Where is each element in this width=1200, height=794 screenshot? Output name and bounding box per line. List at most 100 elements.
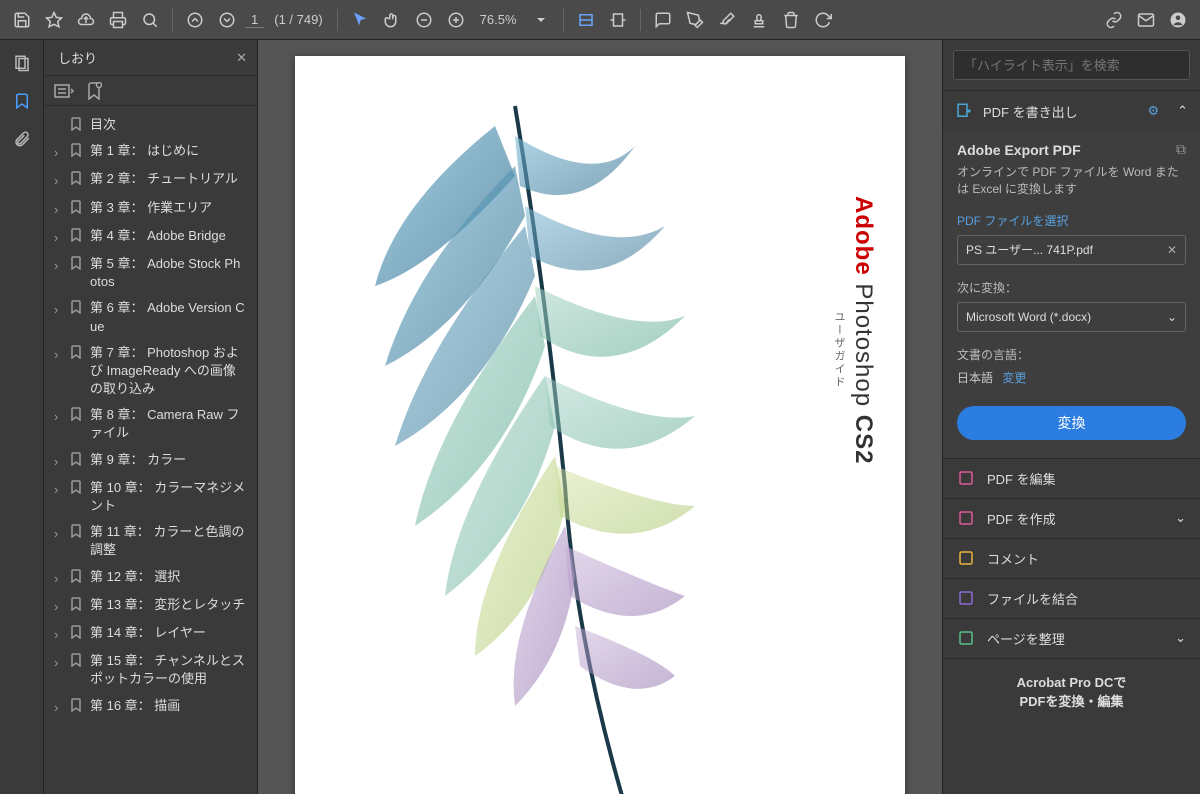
zoom-dropdown-icon[interactable] [527, 6, 555, 34]
bookmark-item[interactable]: ›第 14 章： レイヤー [44, 620, 253, 648]
format-value: Microsoft Word (*.docx) [966, 310, 1091, 324]
bookmark-ribbon-icon [70, 625, 84, 639]
bookmark-item[interactable]: ›第 13 章： 変形とレタッチ [44, 592, 253, 620]
chevron-up-icon[interactable]: ⌃ [1177, 103, 1188, 119]
bookmark-ribbon-icon [70, 480, 84, 494]
settings-icon[interactable]: ⚙ [1147, 103, 1159, 119]
bookmark-label: 第 15 章： チャンネルとスポットカラーの使用 [90, 652, 247, 688]
bookmark-item[interactable]: ›第 16 章： 描画 [44, 693, 253, 721]
delete-icon[interactable] [777, 6, 805, 34]
bookmark-item[interactable]: › 第 8 章： Camera Raw ファイル [44, 402, 253, 446]
bookmark-ribbon-icon [70, 524, 84, 538]
bookmark-item[interactable]: ›第 2 章： チュートリアル [44, 166, 253, 194]
bookmark-item[interactable]: › 第 15 章： チャンネルとスポットカラーの使用 [44, 648, 253, 692]
account-icon[interactable] [1164, 6, 1192, 34]
search-input[interactable] [953, 50, 1190, 80]
print-icon[interactable] [104, 6, 132, 34]
format-select[interactable]: Microsoft Word (*.docx) ⌄ [957, 302, 1186, 332]
bookmark-label: 第 6 章： Adobe Version Cue [90, 299, 247, 335]
bookmark-label: 第 2 章： チュートリアル [90, 170, 247, 188]
bookmark-item[interactable]: ›第 6 章： Adobe Version Cue [44, 295, 253, 339]
bookmark-item[interactable]: ›第 12 章： 選択 [44, 564, 253, 592]
mail-icon[interactable] [1132, 6, 1160, 34]
rotate-icon[interactable] [809, 6, 837, 34]
bookmark-label: 第 11 章： カラーと色調の調整 [90, 523, 247, 559]
new-bookmark-icon[interactable] [86, 82, 102, 100]
bookmark-item[interactable]: ›第 10 章： カラーマネジメント [44, 475, 253, 519]
link-icon[interactable] [1100, 6, 1128, 34]
page-up-icon[interactable] [181, 6, 209, 34]
comment-icon[interactable] [649, 6, 677, 34]
selected-file[interactable]: PS ユーザー... 741P.pdf ✕ [957, 235, 1186, 265]
copy-icon[interactable]: ⧉ [1176, 141, 1186, 158]
bookmark-ribbon-icon [70, 345, 84, 359]
fit-width-icon[interactable] [572, 6, 600, 34]
tool-item[interactable]: PDF を作成⌄ [943, 498, 1200, 538]
bookmark-label: 第 16 章： 描画 [90, 697, 247, 715]
star-icon[interactable] [40, 6, 68, 34]
bookmark-options-icon[interactable] [54, 84, 74, 98]
select-file-link[interactable]: PDF ファイルを選択 [957, 212, 1186, 229]
export-title: Adobe Export PDF ⧉ [957, 141, 1186, 158]
tool-item[interactable]: ファイルを結合 [943, 578, 1200, 618]
bookmark-item[interactable]: ›第 9 章： カラー [44, 447, 253, 475]
fit-page-icon[interactable] [604, 6, 632, 34]
zoom-level[interactable]: 76.5% [474, 12, 523, 27]
page-down-icon[interactable] [213, 6, 241, 34]
hand-icon[interactable] [378, 6, 406, 34]
bookmarks-icon[interactable] [9, 88, 35, 114]
bookmark-item[interactable]: ›第 7 章： Photoshop および ImageReady への画像の取り… [44, 340, 253, 403]
cursor-icon[interactable] [346, 6, 374, 34]
tool-item[interactable]: コメント [943, 538, 1200, 578]
bookmark-label: 第 3 章： 作業エリア [90, 199, 247, 217]
thumbnails-icon[interactable] [9, 50, 35, 76]
search-icon[interactable] [136, 6, 164, 34]
convert-button[interactable]: 変換 [957, 406, 1186, 440]
highlight-icon[interactable] [681, 6, 709, 34]
tool-icon [957, 509, 975, 527]
export-pdf-label: PDF を書き出し [983, 102, 1137, 121]
chevron-right-icon: › [54, 408, 64, 426]
bookmark-label: 第 8 章： Camera Raw ファイル [90, 406, 247, 442]
bookmark-item[interactable]: ›第 5 章： Adobe Stock Photos [44, 251, 253, 295]
change-lang-link[interactable]: 変更 [1002, 371, 1026, 385]
bookmark-item[interactable]: 目次 [44, 112, 253, 138]
export-pdf-header[interactable]: PDF を書き出し ⚙ ⌃ [943, 91, 1200, 131]
bookmark-ribbon-icon [70, 228, 84, 242]
tool-item[interactable]: ページを整理⌄ [943, 618, 1200, 658]
chevron-down-icon: ⌄ [1167, 310, 1177, 324]
attachments-icon[interactable] [9, 126, 35, 152]
chevron-right-icon: › [54, 481, 64, 499]
save-icon[interactable] [8, 6, 36, 34]
tool-label: コメント [987, 549, 1186, 568]
stamp-icon[interactable] [745, 6, 773, 34]
cloud-upload-icon[interactable] [72, 6, 100, 34]
right-panel: PDF を書き出し ⚙ ⌃ Adobe Export PDF ⧉ オンラインで … [942, 40, 1200, 794]
tool-icon [957, 629, 975, 647]
clear-file-icon[interactable]: ✕ [1167, 243, 1177, 257]
bookmark-item[interactable]: › 第 3 章： 作業エリア [44, 195, 253, 223]
sign-icon[interactable] [713, 6, 741, 34]
chevron-right-icon: › [54, 626, 64, 644]
tool-icon [957, 469, 975, 487]
bookmark-ribbon-icon [70, 143, 84, 157]
page-input[interactable]: 1 [245, 12, 264, 28]
bookmark-item[interactable]: ›第 11 章： カラーと色調の調整 [44, 519, 253, 563]
chevron-right-icon: › [54, 201, 64, 219]
bookmark-item[interactable]: ›第 1 章： はじめに [44, 138, 253, 166]
chevron-right-icon: › [54, 570, 64, 588]
tool-item[interactable]: PDF を編集 [943, 458, 1200, 498]
sidebar-title: しおり [58, 48, 97, 67]
feather-artwork [315, 86, 855, 794]
document-viewport[interactable]: Adobe Photoshop CS2 ユーザガイド [258, 40, 942, 794]
export-icon [955, 102, 973, 120]
bookmark-label: 第 5 章： Adobe Stock Photos [90, 255, 247, 291]
bookmark-label: 第 7 章： Photoshop および ImageReady への画像の取り込… [90, 344, 247, 399]
bookmark-item[interactable]: ›第 4 章： Adobe Bridge [44, 223, 253, 251]
chevron-right-icon: › [54, 654, 64, 672]
zoom-out-icon[interactable] [410, 6, 438, 34]
promo-text: Acrobat Pro DCで PDFを変換・編集 [943, 658, 1200, 726]
bookmark-ribbon-icon [70, 407, 84, 421]
zoom-in-icon[interactable] [442, 6, 470, 34]
close-sidebar-icon[interactable]: ✕ [236, 50, 247, 66]
